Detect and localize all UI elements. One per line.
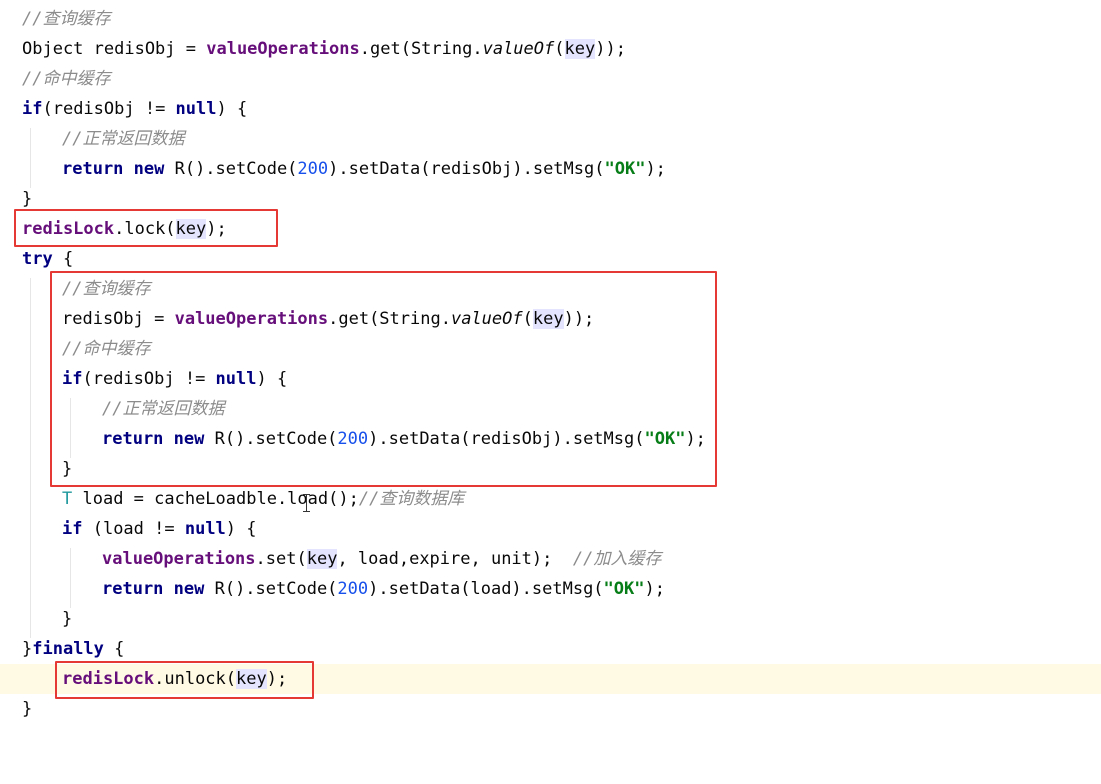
code-text: R().setCode( — [214, 579, 338, 599]
comment: //查询数据库 — [358, 489, 465, 509]
code-line[interactable]: //查询缓存 — [0, 4, 1101, 34]
number-literal: 200 — [337, 579, 369, 599]
annotation-box-unlock — [55, 661, 314, 699]
comment: //命中缓存 — [22, 69, 111, 89]
string-literal: "OK" — [603, 579, 645, 599]
code-text: (load != — [82, 519, 185, 539]
number-literal: 200 — [297, 159, 329, 179]
keyword: if — [22, 99, 43, 119]
keyword: null — [175, 99, 217, 119]
code-text: ) { — [216, 99, 248, 119]
comment: //查询缓存 — [22, 9, 111, 29]
code-text: ); — [645, 159, 666, 179]
code-text: .set( — [255, 549, 307, 569]
code-text: } — [22, 189, 33, 209]
code-text: } — [22, 639, 33, 659]
code-line[interactable]: return new R().setCode(200).setData(load… — [0, 574, 1101, 604]
variable-key: key — [564, 39, 596, 59]
code-line[interactable]: return new R().setCode(200).setData(redi… — [0, 154, 1101, 184]
code-line[interactable]: }finally { — [0, 634, 1101, 664]
code-line[interactable]: try { — [0, 244, 1101, 274]
code-line[interactable]: //命中缓存 — [0, 64, 1101, 94]
code-text: ).setData(load).setMsg( — [368, 579, 604, 599]
code-text: .get(String. — [359, 39, 483, 59]
code-text: { — [103, 639, 125, 659]
annotation-box-double-check — [50, 271, 717, 487]
comment: //正常返回数据 — [62, 129, 185, 149]
code-text: ); — [644, 579, 665, 599]
code-text: ) { — [225, 519, 257, 539]
code-line[interactable]: T load = cacheLoadble.load();//查询数据库 — [0, 484, 1101, 514]
keyword: return new — [62, 159, 175, 179]
code-line[interactable]: Object redisObj = valueOperations.get(St… — [0, 34, 1101, 64]
field-name: valueOperations — [102, 549, 256, 569]
code-text: R().setCode( — [174, 159, 298, 179]
annotation-box-lock — [14, 209, 278, 247]
code-text: Object redisObj = — [22, 39, 207, 59]
string-literal: "OK" — [604, 159, 646, 179]
code-text: ).setData(redisObj).setMsg( — [328, 159, 605, 179]
keyword: try — [22, 249, 53, 269]
text-cursor-icon — [303, 494, 310, 512]
code-text: , load,expire, unit); — [337, 549, 573, 569]
keyword: finally — [32, 639, 104, 659]
code-line[interactable]: valueOperations.set(key, load,expire, un… — [0, 544, 1101, 574]
code-text: (redisObj != — [42, 99, 176, 119]
code-text: } — [22, 699, 33, 719]
code-text: } — [62, 609, 73, 629]
comment: //加入缓存 — [572, 549, 662, 569]
code-line[interactable]: if(redisObj != null) { — [0, 94, 1101, 124]
code-line[interactable]: //正常返回数据 — [0, 124, 1101, 154]
code-text: load = cacheLoadble.load(); — [72, 489, 359, 509]
field-name: valueOperations — [206, 39, 360, 59]
code-text: { — [52, 249, 74, 269]
variable-key: key — [306, 549, 338, 569]
code-line[interactable]: } — [0, 604, 1101, 634]
type-parameter: T — [62, 489, 73, 509]
code-line[interactable]: if (load != null) { — [0, 514, 1101, 544]
code-text: )); — [595, 39, 626, 59]
keyword: null — [184, 519, 226, 539]
code-text: ( — [554, 39, 565, 59]
keyword: return new — [102, 579, 215, 599]
keyword: if — [62, 519, 83, 539]
static-method: valueOf — [482, 39, 555, 59]
